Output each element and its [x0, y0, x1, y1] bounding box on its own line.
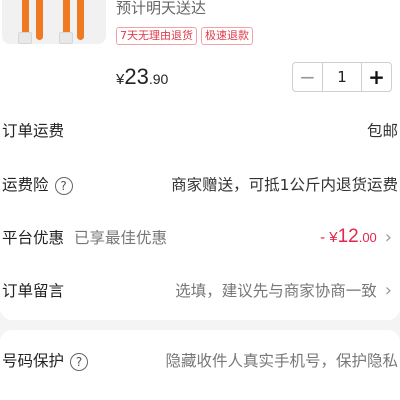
platform-discount-label: 平台优惠 [2, 229, 65, 247]
platform-discount-note: 已享最佳优惠 [74, 229, 168, 247]
quantity-value[interactable]: 1 [323, 63, 361, 91]
platform-discount-value: - ¥12.00 › [320, 226, 398, 248]
delivery-estimate: 预计明天送达 [116, 0, 207, 17]
order-message-field[interactable]: 选填，建议先与商家协商一致 › [175, 279, 398, 301]
help-icon[interactable]: ? [54, 176, 73, 195]
discount-prefix: - ¥ [320, 229, 338, 246]
chevron-right-icon: › [384, 279, 392, 301]
number-protection-value: 隐藏收件人真实手机号，保护隐私 [165, 352, 398, 370]
product-price: ¥23.90 [116, 64, 168, 90]
decrease-quantity-button[interactable]: − [293, 63, 323, 91]
order-message-row[interactable]: 订单留言 选填，建议先与商家协商一致 › [0, 278, 400, 302]
discount-integer: 12 [337, 226, 359, 247]
number-protection-row: 号码保护? 隐藏收件人真实手机号，保护隐私 [0, 348, 400, 372]
connector-graphic [18, 32, 32, 44]
cable-graphic [36, 0, 43, 40]
increase-quantity-button[interactable]: + [361, 63, 391, 91]
shipping-insurance-value: 商家赠送，可抵1公斤内退货运费 [171, 176, 398, 194]
shipping-insurance-row: 运费险? 商家赠送，可抵1公斤内退货运费 [0, 172, 400, 196]
discount-decimal: .00 [358, 230, 377, 245]
price-integer: 23 [124, 64, 149, 89]
fast-refund-tag: 极速退款 [201, 27, 253, 45]
help-icon[interactable]: ? [70, 352, 89, 371]
price-decimal: .90 [148, 71, 169, 87]
connector-graphic [59, 32, 73, 44]
shipping-insurance-label-group: 运费险? [2, 173, 73, 195]
shipping-insurance-label: 运费险 [2, 176, 49, 194]
return-policy-tag: 7天无理由退货 [116, 27, 197, 45]
chevron-right-icon: › [384, 226, 392, 248]
discount-amount: - ¥12.00 [320, 226, 377, 248]
order-shipping-label: 订单运费 [2, 122, 65, 140]
quantity-stepper: − 1 + [292, 62, 392, 92]
order-message-placeholder: 选填，建议先与商家协商一致 [175, 282, 377, 300]
order-card: 预计明天送达 7天无理由退货 极速退款 ¥23.90 − 1 + 订单运费 包邮… [0, 0, 400, 320]
order-message-label: 订单留言 [2, 282, 65, 300]
service-tags: 7天无理由退货 极速退款 [116, 27, 253, 45]
order-shipping-row: 订单运费 包邮 [0, 118, 400, 142]
number-protection-label: 号码保护 [2, 352, 65, 370]
product-thumbnail[interactable] [2, 0, 106, 44]
privacy-card: 号码保护? 隐藏收件人真实手机号，保护隐私 [0, 330, 400, 400]
order-shipping-value: 包邮 [366, 122, 398, 140]
platform-discount-row[interactable]: 平台优惠 已享最佳优惠 - ¥12.00 › [0, 225, 400, 249]
number-protection-label-group: 号码保护? [2, 349, 89, 371]
cable-graphic [77, 0, 84, 40]
